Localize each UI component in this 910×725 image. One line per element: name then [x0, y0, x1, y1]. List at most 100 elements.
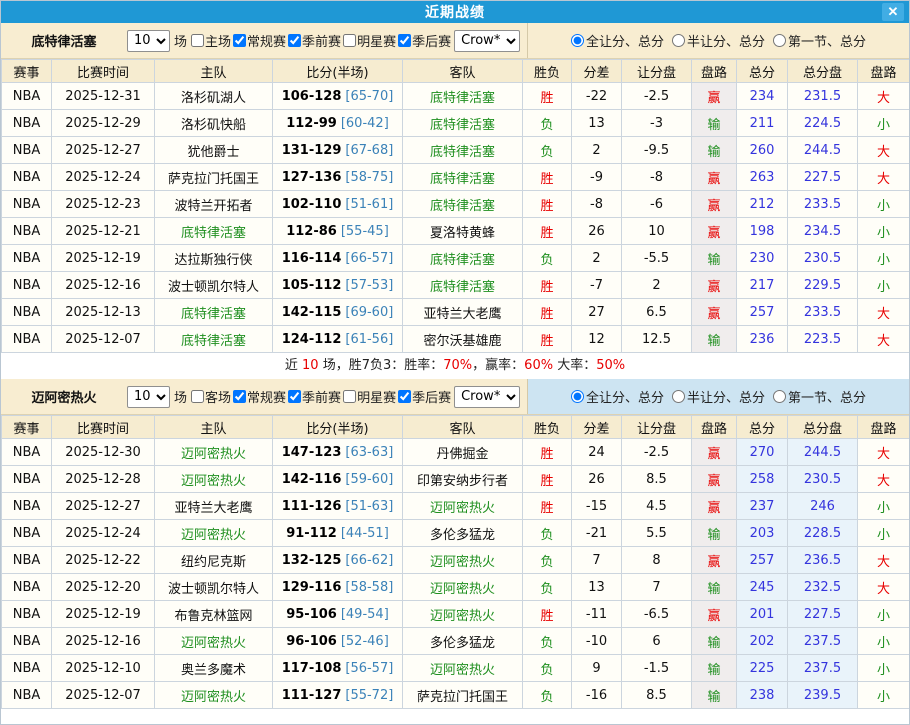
cell-handicap-line: 8.5	[622, 466, 692, 493]
half-time-score: [61-56]	[345, 332, 393, 347]
regular-season-checkbox[interactable]	[233, 390, 246, 403]
cell-date: 2025-12-19	[52, 245, 155, 272]
radio-input[interactable]	[571, 34, 584, 47]
checkbox-allstar[interactable]: 明星赛	[341, 31, 396, 50]
cell-score: 106-128[65-70]	[273, 83, 403, 110]
allstar-checkbox[interactable]	[343, 34, 356, 47]
column-header: 总分盘	[788, 60, 858, 83]
radio-first-quarter-total[interactable]: 第一节、总分	[773, 387, 866, 406]
cell-handicap-line: -6.5	[622, 601, 692, 628]
odds-provider-select[interactable]: Crow*	[454, 30, 520, 52]
cell-over-under: 小	[858, 110, 910, 137]
radio-first-quarter-total[interactable]: 第一节、总分	[773, 31, 866, 50]
cell-total-line: 227.5	[788, 601, 858, 628]
cell-handicap-result: 输	[692, 137, 737, 164]
cell-league: NBA	[2, 682, 52, 709]
cell-score: 132-125[66-62]	[273, 547, 403, 574]
cell-score: 112-99[60-42]	[273, 110, 403, 137]
radio-input[interactable]	[672, 390, 685, 403]
home-games-checkbox[interactable]	[191, 34, 204, 47]
games-unit-label: 场	[174, 387, 187, 406]
away-games-checkbox[interactable]	[191, 390, 204, 403]
radio-input[interactable]	[571, 390, 584, 403]
close-button[interactable]: ✕	[882, 3, 904, 21]
checkbox-preseason[interactable]: 季前赛	[286, 387, 341, 406]
cell-date: 2025-12-20	[52, 574, 155, 601]
regular-season-checkbox[interactable]	[233, 34, 246, 47]
radio-input[interactable]	[773, 34, 786, 47]
table-header-row: 赛事比赛时间主队比分(半场)客队胜负分差让分盘盘路总分总分盘盘路	[2, 60, 910, 83]
filter-bar-left: 底特律活塞 10 场 主场 常规赛 季前赛 明星赛 季后赛 Crow*	[1, 23, 528, 58]
cell-over-under: 大	[858, 299, 910, 326]
radio-full-handicap-total[interactable]: 全让分、总分	[571, 387, 664, 406]
cell-total-line: 244.5	[788, 439, 858, 466]
checkbox-preseason[interactable]: 季前赛	[286, 31, 341, 50]
cell-score: 105-112[57-53]	[273, 272, 403, 299]
cell-total-line: 229.5	[788, 272, 858, 299]
cell-league: NBA	[2, 110, 52, 137]
cell-handicap-result: 赢	[692, 601, 737, 628]
cell-score: 111-126[51-63]	[273, 493, 403, 520]
radio-input[interactable]	[672, 34, 685, 47]
cell-score: 102-110[51-61]	[273, 191, 403, 218]
preseason-checkbox[interactable]	[288, 34, 301, 47]
cell-handicap-result: 输	[692, 628, 737, 655]
half-time-score: [66-62]	[345, 553, 393, 568]
column-header: 比分(半场)	[273, 60, 403, 83]
cell-handicap-line: -2.5	[622, 439, 692, 466]
table-row: NBA2025-12-10奥兰多魔术117-108[56-57]迈阿密热火负9-…	[2, 655, 910, 682]
checkbox-regular-season[interactable]: 常规赛	[231, 387, 286, 406]
results-table-body: NBA2025-12-30迈阿密热火147-123[63-63]丹佛掘金胜24-…	[2, 439, 910, 709]
radio-full-handicap-total[interactable]: 全让分、总分	[571, 31, 664, 50]
checkbox-label: 季后赛	[412, 387, 451, 406]
cell-score: 91-112[44-51]	[273, 520, 403, 547]
cell-total-points: 238	[737, 682, 788, 709]
full-time-score: 142-116	[282, 472, 342, 487]
cell-away-team: 底特律活塞	[403, 164, 523, 191]
table-row: NBA2025-12-16波士顿凯尔特人105-112[57-53]底特律活塞胜…	[2, 272, 910, 299]
cell-handicap-line: 4.5	[622, 493, 692, 520]
radio-half-handicap-total[interactable]: 半让分、总分	[672, 387, 765, 406]
cell-result: 胜	[523, 272, 572, 299]
checkbox-home-games[interactable]: 主场	[189, 31, 231, 50]
checkbox-playoffs[interactable]: 季后赛	[396, 387, 451, 406]
playoffs-checkbox[interactable]	[398, 390, 411, 403]
cell-score: 131-129[67-68]	[273, 137, 403, 164]
cell-over-under: 小	[858, 655, 910, 682]
playoffs-checkbox[interactable]	[398, 34, 411, 47]
checkbox-regular-season[interactable]: 常规赛	[231, 31, 286, 50]
team-name: 迈阿密热火	[1, 387, 127, 406]
odds-provider-select[interactable]: Crow*	[454, 386, 520, 408]
checkbox-away-games[interactable]: 客场	[189, 387, 231, 406]
allstar-checkbox[interactable]	[343, 390, 356, 403]
cell-handicap-result: 输	[692, 682, 737, 709]
half-time-score: [44-51]	[341, 526, 389, 541]
cell-league: NBA	[2, 83, 52, 110]
cell-point-diff: -21	[572, 520, 622, 547]
cell-handicap-line: 2	[622, 272, 692, 299]
cell-handicap-result: 输	[692, 520, 737, 547]
cell-handicap-result: 赢	[692, 164, 737, 191]
cell-handicap-line: -8	[622, 164, 692, 191]
games-count-select[interactable]: 10	[127, 386, 170, 408]
checkbox-playoffs[interactable]: 季后赛	[396, 31, 451, 50]
column-header: 客队	[403, 60, 523, 83]
cell-home-team: 布鲁克林篮网	[155, 601, 273, 628]
cell-result: 负	[523, 547, 572, 574]
games-count-select[interactable]: 10	[127, 30, 170, 52]
cell-score: 147-123[63-63]	[273, 439, 403, 466]
column-header: 赛事	[2, 60, 52, 83]
team-name: 底特律活塞	[1, 31, 127, 50]
checkbox-allstar[interactable]: 明星赛	[341, 387, 396, 406]
table-header-row: 赛事比赛时间主队比分(半场)客队胜负分差让分盘盘路总分总分盘盘路	[2, 416, 910, 439]
cell-home-team: 洛杉矶快船	[155, 110, 273, 137]
preseason-checkbox[interactable]	[288, 390, 301, 403]
games-unit-label: 场	[174, 31, 187, 50]
cell-total-points: 201	[737, 601, 788, 628]
cell-league: NBA	[2, 218, 52, 245]
summary-segment: 场，胜7负3：胜率：	[319, 358, 444, 373]
radio-input[interactable]	[773, 390, 786, 403]
team-section-pistons: 底特律活塞 10 场 主场 常规赛 季前赛 明星赛 季后赛 Crow* 全让分、…	[1, 23, 909, 379]
table-row: NBA2025-12-07底特律活塞124-112[61-56]密尔沃基雄鹿胜1…	[2, 326, 910, 353]
radio-half-handicap-total[interactable]: 半让分、总分	[672, 31, 765, 50]
